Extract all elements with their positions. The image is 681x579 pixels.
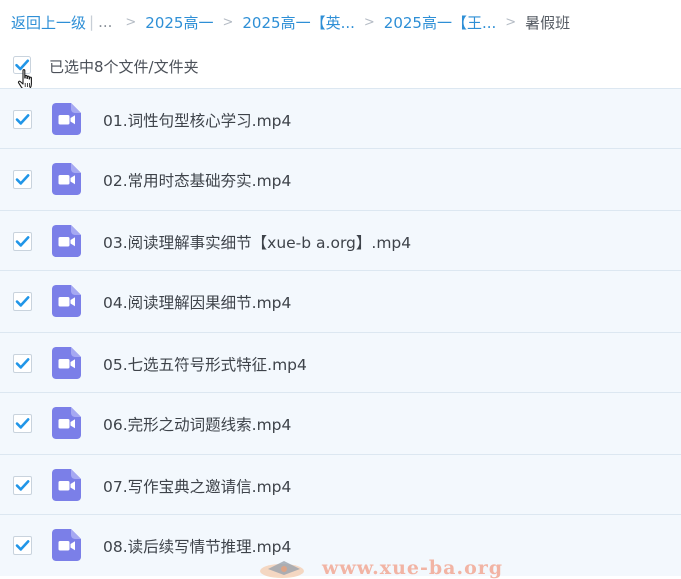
row-checkbox[interactable] [13,292,32,311]
row-checkbox[interactable] [13,170,32,189]
breadcrumb-arrow-icon: > [125,14,137,30]
selection-header: 已选中8个文件/文件夹 [0,46,681,91]
file-name[interactable]: 07.写作宝典之邀请信.mp4 [103,475,291,497]
file-name[interactable]: 05.七选五符号形式特征.mp4 [103,353,307,375]
row-checkbox[interactable] [13,354,32,373]
breadcrumb-arrow-icon: > [222,14,234,30]
file-row[interactable]: 08.读后续写情节推理.mp4 [0,514,681,576]
file-row[interactable]: 04.阅读理解因果细节.mp4 [0,270,681,332]
file-row[interactable]: 01.词性句型核心学习.mp4 [0,88,681,148]
video-file-icon [52,347,81,379]
video-file-icon [52,469,81,501]
file-name[interactable]: 03.阅读理解事实细节【xue-b a.org】.mp4 [103,231,411,253]
video-file-icon [52,103,81,135]
breadcrumb-separator: | [89,13,95,31]
breadcrumb-item-english[interactable]: 2025高一【英... [242,12,354,33]
breadcrumb-ellipsis[interactable]: ... [98,13,112,31]
file-name[interactable]: 04.阅读理解因果细节.mp4 [103,291,291,313]
file-row[interactable]: 05.七选五符号形式特征.mp4 [0,332,681,392]
video-file-icon [52,529,81,561]
row-checkbox[interactable] [13,232,32,251]
breadcrumb-current: 暑假班 [525,13,571,32]
file-row[interactable]: 06.完形之动词题线索.mp4 [0,392,681,454]
breadcrumb-arrow-icon: > [505,14,517,30]
breadcrumb-item-2025-gaoyi[interactable]: 2025高一 [145,12,213,33]
row-checkbox[interactable] [13,536,32,555]
video-file-icon [52,285,81,317]
file-row[interactable]: 03.阅读理解事实细节【xue-b a.org】.mp4 [0,210,681,270]
row-checkbox[interactable] [13,110,32,129]
selection-summary: 已选中8个文件/文件夹 [49,58,199,76]
breadcrumb-arrow-icon: > [363,14,375,30]
file-name[interactable]: 08.读后续写情节推理.mp4 [103,535,291,557]
breadcrumb: 返回上一级 | ... > 2025高一 > 2025高一【英... > 202… [11,10,570,34]
file-name[interactable]: 01.词性句型核心学习.mp4 [103,109,291,131]
video-file-icon [52,407,81,439]
video-file-icon [52,225,81,257]
file-name[interactable]: 06.完形之动词题线索.mp4 [103,413,291,435]
file-name[interactable]: 02.常用时态基础夯实.mp4 [103,169,291,191]
row-checkbox[interactable] [13,414,32,433]
file-manager-page: 返回上一级 | ... > 2025高一 > 2025高一【英... > 202… [0,0,681,579]
video-file-icon [52,163,81,195]
file-row[interactable]: 02.常用时态基础夯实.mp4 [0,148,681,210]
row-checkbox[interactable] [13,476,32,495]
file-list: 01.词性句型核心学习.mp4 02.常用时态基础夯实.mp4 03.阅读理解事… [0,88,681,576]
file-row[interactable]: 07.写作宝典之邀请信.mp4 [0,454,681,514]
breadcrumb-item-teacher[interactable]: 2025高一【王... [384,12,496,33]
back-link[interactable]: 返回上一级 [11,12,86,33]
